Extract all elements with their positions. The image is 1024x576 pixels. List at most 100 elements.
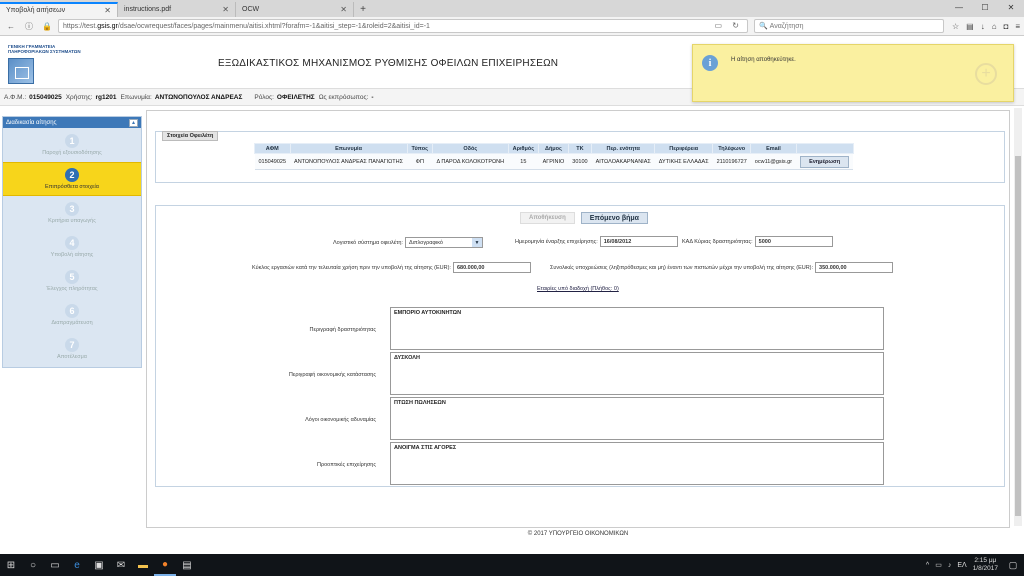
column-header: Οδός xyxy=(431,143,509,154)
step-number: 7 xyxy=(65,338,79,352)
network-icon[interactable]: ▭ xyxy=(935,561,942,569)
cell-email: ocw11@gsis.gr xyxy=(750,153,797,170)
download-icon[interactable]: ↓ xyxy=(981,22,985,31)
kad-field[interactable]: 5000 xyxy=(754,236,833,247)
sidebar-title: Διαδικασία αίτησης xyxy=(6,119,57,126)
remote-desktop-icon[interactable]: ▤ xyxy=(176,554,198,576)
step-number: 5 xyxy=(65,270,79,284)
step-7[interactable]: 7 Αποτέλεσμα xyxy=(3,332,141,366)
column-header: ΑΦΜ xyxy=(254,143,291,154)
bookmark-star-icon[interactable]: ☆ xyxy=(952,22,959,31)
logo-line-2: ΠΛΗΡΟΦΟΡΙΑΚΩΝ ΣΥΣΤΗΜΑΤΩΝ xyxy=(8,49,81,54)
step-1[interactable]: 1 Παροχή εξουσιοδότησης xyxy=(3,128,141,162)
toolbar-icons: ☆ ▤ ↓ ⌂ ◘ ≡ xyxy=(952,22,1020,31)
reading-list-icon[interactable]: ▤ xyxy=(966,22,974,31)
window-controls: — ☐ ✕ xyxy=(946,0,1024,14)
cell-type: ΦΠ xyxy=(407,153,433,170)
input-language[interactable]: ΕΛ xyxy=(957,562,966,569)
back-icon[interactable]: ← xyxy=(4,19,18,33)
financial-value: ΔΥΣΚΟΛΗ xyxy=(394,355,420,361)
new-tab-icon[interactable]: + xyxy=(354,2,372,17)
step-6[interactable]: 6 Διαπραγμάτευση xyxy=(3,298,141,332)
search-input[interactable]: 🔍 Αναζήτηση xyxy=(754,19,944,33)
info-icon: i xyxy=(702,55,718,71)
tab-label: instructions.pdf xyxy=(124,6,172,13)
column-header: Αριθμός xyxy=(507,143,540,154)
step-3[interactable]: 3 Κριτήρια υπαγωγής xyxy=(3,196,141,230)
kad-row: ΚΑΔ Κύριας δραστηριότητας: 5000 xyxy=(682,236,833,247)
application-steps-sidebar: Διαδικασία αίτησης ▴ 1 Παροχή εξουσιοδότ… xyxy=(2,116,142,368)
main-content: Στοιχεία Οφειλέτη ΑΦΜ Επωνυμία Τύπος Οδό… xyxy=(146,110,1010,528)
afm-label: Α.Φ.Μ.: xyxy=(4,93,27,101)
liabilities-row: Συνολικές υποχρεώσεις (ληξιπρόθεσμες και… xyxy=(550,262,894,273)
home-icon[interactable]: ⌂ xyxy=(992,22,997,31)
pocket-icon[interactable]: ◘ xyxy=(1004,22,1009,31)
prospects-value: ΑΝΟΙΓΜΑ ΣΤΙΣ ΑΓΟΡΕΣ xyxy=(394,445,457,451)
menu-icon[interactable]: ≡ xyxy=(1015,22,1020,31)
sidebar-header: Διαδικασία αίτησης ▴ xyxy=(3,117,141,128)
table-row: 015049025 ΑΝΤΩΝΟΠΟΥΛΟΣ ΑΝΔΡΕΑΣ ΠΑΝΑΓΙΩΤΗ… xyxy=(254,153,854,170)
proxy-value: - xyxy=(371,93,374,101)
step-label: Αποτέλεσμα xyxy=(57,354,87,360)
reasons-textarea[interactable]: ΠΤΩΣΗ ΠΩΛΗΣΕΩΝ xyxy=(390,397,884,440)
turnover-field[interactable]: 680.000,00 xyxy=(452,262,531,273)
volume-icon[interactable]: ♪ xyxy=(948,562,952,569)
close-notification-icon[interactable]: + xyxy=(975,63,997,85)
url-bar[interactable]: https://test. gsis.gr/dsae/ocwrequest/fac… xyxy=(58,19,748,33)
prospects-textarea[interactable]: ΑΝΟΙΓΜΑ ΣΤΙΣ ΑΓΟΡΕΣ xyxy=(390,442,884,485)
firefox-icon[interactable]: ● xyxy=(154,554,176,576)
search-icon[interactable]: ○ xyxy=(22,554,44,576)
liabilities-field[interactable]: 350.000,00 xyxy=(815,262,894,273)
accounting-system-select[interactable]: Διπλογραφικό ▼ xyxy=(404,237,483,248)
maximize-icon[interactable]: ☐ xyxy=(972,0,998,14)
cell-phone: 2110196727 xyxy=(712,153,751,170)
mail-icon[interactable]: ✉ xyxy=(110,554,132,576)
step-4[interactable]: 4 Υποβολή αίτησης xyxy=(3,230,141,264)
page-scrollbar[interactable] xyxy=(1014,108,1022,526)
reader-reload-icons[interactable]: ▭ ↻ xyxy=(715,21,743,30)
column-header: Επωνυμία xyxy=(289,143,408,154)
tray-arrow-icon[interactable]: ^ xyxy=(926,562,929,569)
financial-textarea[interactable]: ΔΥΣΚΟΛΗ xyxy=(390,352,884,395)
action-center-icon[interactable]: ▢ xyxy=(1006,558,1020,572)
tab-submit-applications[interactable]: Υποβολή αιτήσεων ✕ xyxy=(0,2,118,17)
search-placeholder: Αναζήτηση xyxy=(769,22,804,30)
close-tab-icon[interactable]: ✕ xyxy=(340,5,347,14)
collapse-icon[interactable]: ▴ xyxy=(129,118,138,127)
step-2[interactable]: 2 Επιπρόσθετα στοιχεία xyxy=(3,162,141,196)
cell-action: Ενημέρωση xyxy=(796,153,854,170)
step-5[interactable]: 5 Έλεγχος πληρότητας xyxy=(3,264,141,298)
close-window-icon[interactable]: ✕ xyxy=(998,0,1024,14)
store-icon[interactable]: ▣ xyxy=(88,554,110,576)
saved-notification: i Η αίτηση αποθηκεύτηκε. + xyxy=(692,44,1014,102)
tab-label: OCW xyxy=(242,6,260,13)
save-button[interactable]: Αποθήκευση xyxy=(520,212,575,224)
turnover-label: Κύκλος εργασιών κατά την τελευταία χρήση… xyxy=(252,264,451,271)
name-label: Επωνυμία: xyxy=(120,93,152,101)
succession-companies-link[interactable]: Εταιρίες υπό διαδοχή (Πλήθος: 0) xyxy=(537,286,619,292)
activity-textarea[interactable]: ΕΜΠΟΡΙΟ ΑΥΤΟΚΙΝΗΤΩΝ xyxy=(390,307,884,350)
scrollbar-thumb[interactable] xyxy=(1015,156,1021,516)
url-prefix: https://test. xyxy=(63,22,98,30)
start-date-field[interactable]: 16/08/2012 xyxy=(599,236,678,247)
reasons-value: ΠΤΩΣΗ ΠΩΛΗΣΕΩΝ xyxy=(394,400,446,406)
file-explorer-icon[interactable]: ▬ xyxy=(132,554,154,576)
tab-ocw[interactable]: OCW ✕ xyxy=(236,2,354,17)
minimize-icon[interactable]: — xyxy=(946,0,972,14)
info-icon[interactable]: ⓘ xyxy=(22,19,36,33)
tab-instructions-pdf[interactable]: instructions.pdf ✕ xyxy=(118,2,236,17)
windows-start-icon[interactable]: ⊞ xyxy=(0,554,22,576)
proxy-label: Ως εκπρόσωπος: xyxy=(318,93,369,101)
close-tab-icon[interactable]: ✕ xyxy=(222,5,229,14)
next-step-button[interactable]: Επόμενο βήμα xyxy=(580,212,648,224)
clock[interactable]: 2:15 μμ 1/8/2017 xyxy=(973,557,998,573)
step-number: 1 xyxy=(65,134,79,148)
close-tab-icon[interactable]: ✕ xyxy=(104,6,111,15)
edge-browser-icon[interactable]: e xyxy=(66,554,88,576)
step-label: Επιπρόσθετα στοιχεία xyxy=(45,184,99,190)
column-header: ΤΚ xyxy=(567,143,593,154)
chevron-down-icon[interactable]: ▼ xyxy=(471,238,482,247)
task-view-icon[interactable]: ▭ xyxy=(44,554,66,576)
update-button[interactable]: Ενημέρωση xyxy=(800,155,850,168)
lock-icon[interactable]: 🔒 xyxy=(40,19,54,33)
